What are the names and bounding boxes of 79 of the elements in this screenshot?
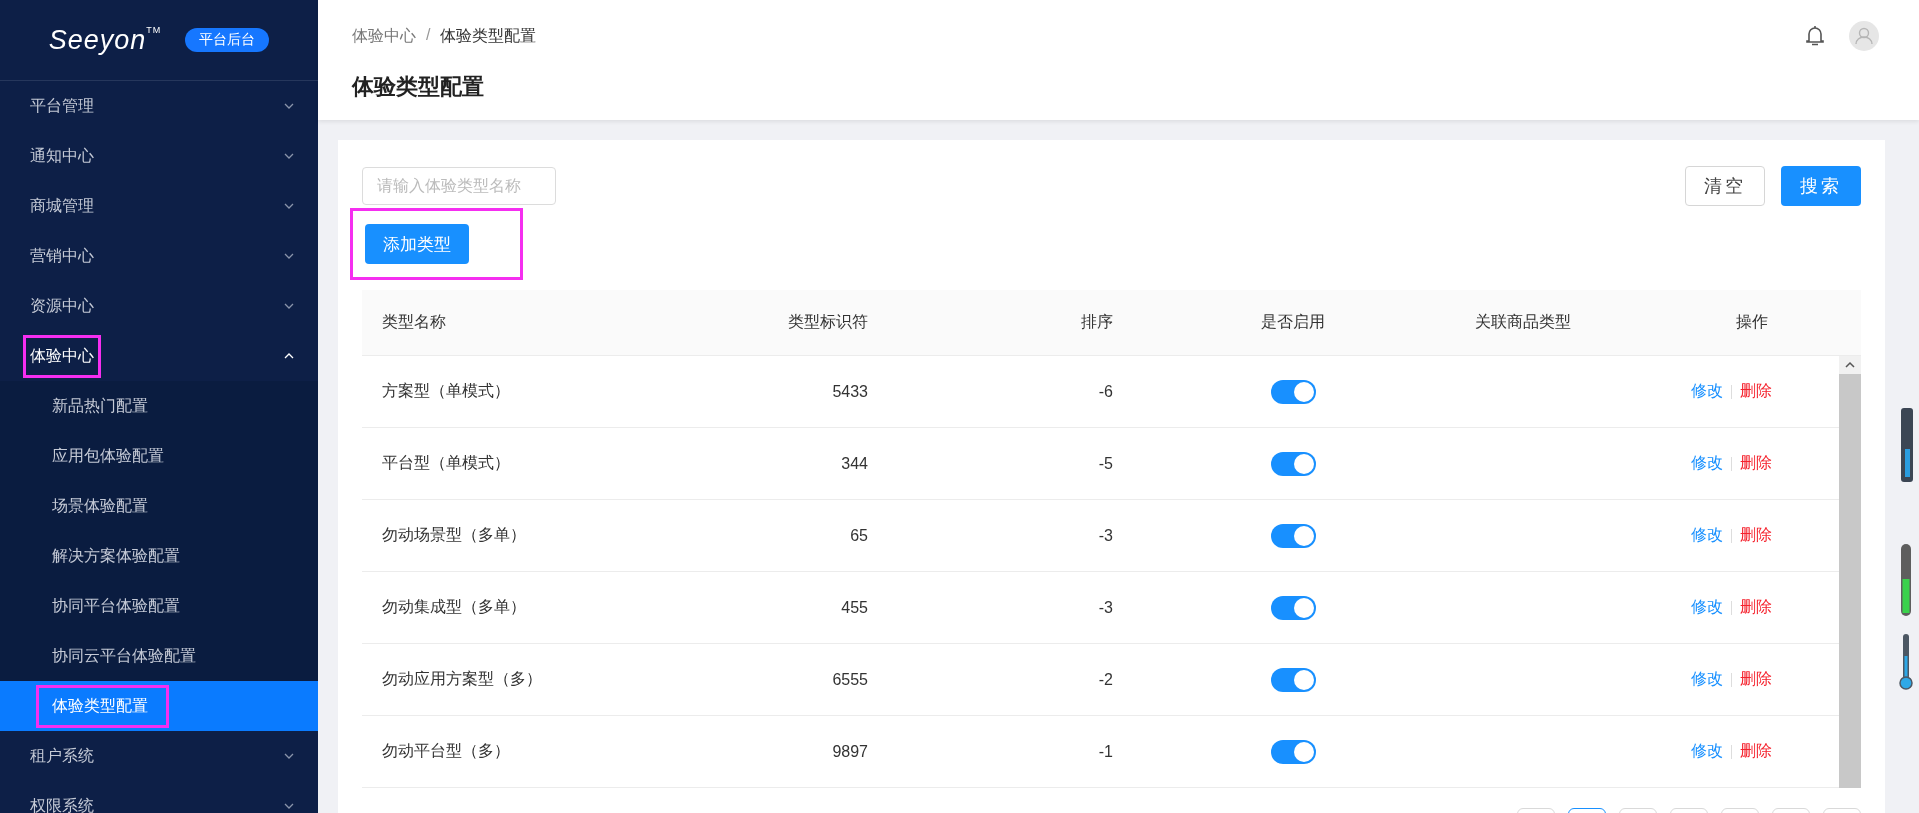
delete-link[interactable]: 删除 [1739, 597, 1772, 618]
column-header: 操作 [1736, 312, 1768, 332]
edit-link[interactable]: 修改 [1690, 669, 1723, 690]
sidebar-item[interactable]: 体验中心 [0, 331, 318, 381]
table-cell: 9897 [832, 742, 868, 760]
edit-link[interactable]: 修改 [1690, 381, 1723, 402]
platform-badge: 平台后台 [185, 28, 270, 52]
sidebar-subitem[interactable]: 协同云平台体验配置 [0, 631, 318, 681]
column-header: 类型名称 [382, 313, 446, 330]
logo-wordmark: Seeyon$^{TM}$ [48, 24, 162, 56]
chevron-icon [284, 253, 294, 259]
sidebar-item[interactable]: 平台管理 [0, 81, 318, 131]
chevron-icon [284, 203, 294, 209]
sidebar-subitem[interactable]: 应用包体验配置 [0, 431, 318, 481]
sidebar-item[interactable]: 资源中心 [0, 281, 318, 331]
chevron-icon [284, 353, 294, 359]
sidebar-item[interactable]: 权限系统 [0, 781, 318, 813]
delete-link[interactable]: 删除 [1739, 381, 1772, 402]
table-cell: 勿动平台型（多） [382, 742, 510, 759]
scrollbar[interactable] [1839, 356, 1861, 788]
toggle-switch[interactable] [1270, 739, 1316, 764]
table-cell: -3 [1098, 526, 1113, 544]
toggle-switch[interactable] [1270, 595, 1316, 620]
table-cell: 平台型（单模式） [382, 454, 510, 471]
table-cell: -5 [1098, 454, 1113, 472]
table-cell: 6555 [832, 670, 868, 688]
sidebar-item[interactable]: 营销中心 [0, 231, 318, 281]
chevron-icon [284, 803, 294, 809]
sidebar-subitem[interactable]: 新品热门配置 [0, 381, 318, 431]
breadcrumb-item[interactable]: 体验中心 [352, 25, 416, 47]
breadcrumb-separator: / [426, 25, 431, 45]
sidebar-subitem[interactable]: 场景体验配置 [0, 481, 318, 531]
table-cell: 344 [841, 454, 868, 472]
toggle-switch[interactable] [1270, 523, 1316, 548]
sidebar-subitem[interactable]: 协同平台体验配置 [0, 581, 318, 631]
table-cell: 方案型（单模式） [382, 382, 510, 399]
delete-link[interactable]: 删除 [1739, 741, 1772, 762]
add-type-button[interactable]: 添加类型 [365, 224, 469, 264]
table-cell: 勿动集成型（多单） [382, 598, 526, 615]
chevron-icon [284, 753, 294, 759]
sidebar-item[interactable]: 租户系统 [0, 731, 318, 781]
table-cell: 455 [841, 598, 868, 616]
bell-icon[interactable] [1805, 25, 1825, 47]
sidebar-subitem[interactable]: 解决方案体验配置 [0, 531, 318, 581]
column-header: 类型标识符 [788, 313, 868, 330]
search-button[interactable]: 搜索 [1781, 166, 1861, 206]
edit-link[interactable]: 修改 [1690, 597, 1723, 618]
toggle-switch[interactable] [1270, 451, 1316, 476]
edit-link[interactable]: 修改 [1690, 741, 1723, 762]
breadcrumb-item: 体验类型配置 [440, 25, 537, 46]
edit-link[interactable]: 修改 [1690, 453, 1723, 474]
table-cell: 勿动场景型（多单） [382, 526, 526, 543]
table-cell: 65 [850, 526, 868, 544]
table-cell: -3 [1098, 598, 1113, 616]
column-header: 排序 [1081, 313, 1113, 330]
delete-link[interactable]: 删除 [1739, 453, 1772, 474]
chevron-icon [284, 153, 294, 159]
clear-button[interactable]: 清空 [1685, 166, 1765, 206]
toggle-switch[interactable] [1270, 379, 1316, 404]
search-field[interactable]: 请输入体验类型名称 [362, 167, 556, 205]
column-header: 是否启用 [1261, 312, 1325, 332]
sidebar-subitem[interactable]: 体验类型配置 [0, 681, 318, 731]
sidebar-item[interactable]: 商城管理 [0, 181, 318, 231]
page-title: 体验类型配置 [352, 73, 485, 101]
table-cell: -6 [1098, 382, 1113, 400]
sidebar-item[interactable]: 通知中心 [0, 131, 318, 181]
column-header: 关联商品类型 [1475, 313, 1571, 330]
edit-link[interactable]: 修改 [1690, 525, 1723, 546]
chevron-icon [284, 103, 294, 109]
table-cell: 勿动应用方案型（多） [382, 670, 542, 687]
scroll-up-icon[interactable] [1845, 361, 1855, 368]
delete-link[interactable]: 删除 [1739, 669, 1772, 690]
table-cell: 5433 [832, 382, 868, 400]
toggle-switch[interactable] [1270, 667, 1316, 692]
delete-link[interactable]: 删除 [1739, 525, 1772, 546]
table-cell: -2 [1098, 670, 1113, 688]
avatar-icon[interactable] [1849, 21, 1879, 51]
table-cell: -1 [1098, 742, 1113, 760]
chevron-icon [284, 303, 294, 309]
